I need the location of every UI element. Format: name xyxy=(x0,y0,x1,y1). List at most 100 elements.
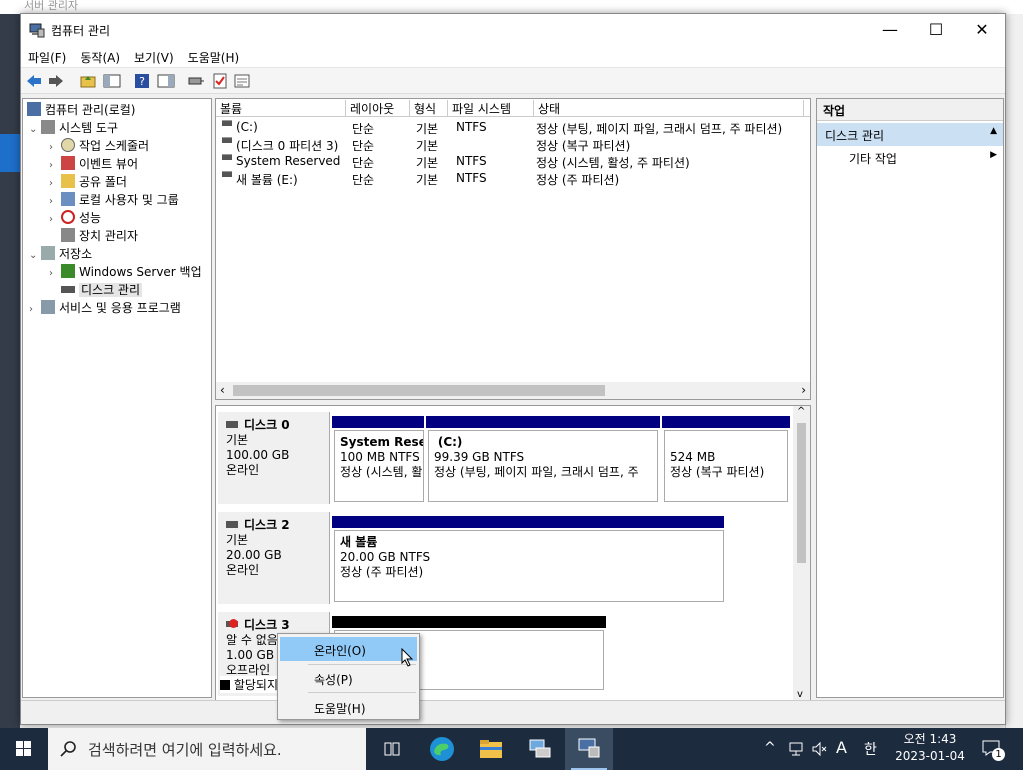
connect-icon[interactable] xyxy=(187,73,205,89)
table-row[interactable]: 새 볼륨 (E:) 단순 기본 NTFS 정상 (주 파티션) xyxy=(216,170,810,187)
partition-c[interactable]: (C:) 99.39 GB NTFS 정상 (부팅, 페이지 파일, 크래시 덤… xyxy=(428,430,658,502)
volume-icon xyxy=(222,137,232,143)
scroll-left-icon[interactable]: ‹ xyxy=(220,383,225,397)
scroll-up-icon[interactable]: ^ xyxy=(797,406,805,417)
menu-help[interactable]: 도움말(H) xyxy=(181,46,247,69)
column-volume[interactable]: 볼륨 xyxy=(216,100,346,116)
action-more-actions[interactable]: 기타 작업 ▶ xyxy=(817,146,1003,168)
actions-section-disk-management[interactable]: 디스크 관리 ▲ xyxy=(817,123,1003,146)
menu-bar: 파일(F) 동작(A) 보기(V) 도움말(H) xyxy=(21,46,1005,68)
taskbar-clock[interactable]: 오전 1:43 2023-01-04 xyxy=(893,731,967,765)
tree-item-system-tools[interactable]: ⌄ 시스템 도구 xyxy=(29,119,118,137)
column-status[interactable]: 상태 xyxy=(534,100,804,116)
table-row[interactable]: System Reserved 단순 기본 NTFS 정상 (시스템, 활성, … xyxy=(216,153,810,170)
disk-icon xyxy=(226,521,238,528)
tree-item-services-apps[interactable]: › 서비스 및 응용 프로그램 xyxy=(29,299,181,317)
menu-file[interactable]: 파일(F) xyxy=(21,46,73,69)
submenu-arrow-icon: ▶ xyxy=(990,150,997,160)
scroll-right-icon[interactable]: › xyxy=(801,383,806,397)
unallocated-bar xyxy=(332,616,606,628)
scrollbar-thumb[interactable] xyxy=(797,423,806,563)
chevron-right-icon[interactable]: › xyxy=(29,301,41,319)
table-row[interactable]: (C:) 단순 기본 NTFS 정상 (부팅, 페이지 파일, 크래시 덤프, … xyxy=(216,119,810,136)
tree-item-windows-backup[interactable]: › Windows Server 백업 xyxy=(49,263,202,281)
menu-item-online[interactable]: 온라인(O) xyxy=(280,637,417,661)
file-explorer-taskbar-button[interactable] xyxy=(467,728,515,770)
disk-offline-icon xyxy=(226,619,238,629)
tree-item-shared-folders[interactable]: › 공유 폴더 xyxy=(49,173,127,191)
properties-icon[interactable] xyxy=(233,73,251,89)
menu-item-properties[interactable]: 속성(P) xyxy=(280,666,417,690)
forward-arrow-icon[interactable] xyxy=(47,73,65,89)
tree-item-local-users[interactable]: › 로컬 사용자 및 그룹 xyxy=(49,191,179,209)
search-icon xyxy=(60,741,76,757)
tree-item-task-scheduler[interactable]: › 작업 스케줄러 xyxy=(49,137,149,155)
maximize-button[interactable]: ☐ xyxy=(913,14,959,46)
menu-view[interactable]: 보기(V) xyxy=(127,46,181,69)
chevron-down-icon[interactable]: ⌄ xyxy=(29,247,41,265)
tree-item-event-viewer[interactable]: › 이벤트 뷰어 xyxy=(49,155,138,173)
partition-system-reserved[interactable]: System Reser 100 MB NTFS 정상 (시스템, 활 xyxy=(334,430,424,502)
table-row[interactable]: (디스크 0 파티션 3) 단순 기본 정상 (복구 파티션) xyxy=(216,136,810,153)
tree-item-storage[interactable]: ⌄ 저장소 xyxy=(29,245,92,263)
actions-header: 작업 xyxy=(817,99,1003,121)
legend: 할당되지 xyxy=(220,676,282,693)
mouse-cursor-icon xyxy=(401,648,414,667)
tree-item-disk-management[interactable]: 디스크 관리 xyxy=(49,281,143,299)
users-icon xyxy=(61,192,75,206)
notification-center-button[interactable]: 1 xyxy=(980,738,1005,761)
help-icon[interactable]: ? xyxy=(133,73,151,89)
volume-icon xyxy=(222,154,232,160)
shared-folder-icon xyxy=(61,174,75,188)
taskbar: 검색하려면 여기에 입력하세요. ^ A 한 오전 1:43 2023-01-0… xyxy=(0,728,1023,770)
tree-item-performance[interactable]: › 성능 xyxy=(49,209,101,227)
checklist-icon[interactable] xyxy=(211,73,229,89)
close-button[interactable]: ✕ xyxy=(959,14,1005,46)
network-icon[interactable] xyxy=(788,741,806,757)
menu-action[interactable]: 동작(A) xyxy=(73,46,127,69)
computer-management-icon xyxy=(29,23,45,38)
up-folder-icon[interactable] xyxy=(79,73,97,89)
show-hidden-icons-chevron-icon[interactable]: ^ xyxy=(764,740,776,756)
server-manager-icon xyxy=(529,739,551,758)
computer-management-taskbar-button[interactable] xyxy=(565,728,613,770)
task-view-button[interactable] xyxy=(368,728,416,770)
server-manager-taskbar-button[interactable] xyxy=(516,728,564,770)
edge-browser-icon xyxy=(430,737,454,761)
partition-bar xyxy=(426,416,660,428)
volume-muted-icon[interactable] xyxy=(811,741,829,757)
partition-bar xyxy=(662,416,790,428)
tree-item-device-manager[interactable]: 장치 관리자 xyxy=(49,227,138,245)
partition-bar xyxy=(332,416,424,428)
ime-language-indicator[interactable]: 한 xyxy=(864,739,877,759)
scroll-down-icon[interactable]: v xyxy=(797,689,803,700)
edge-taskbar-button[interactable] xyxy=(418,728,466,770)
event-viewer-icon xyxy=(61,156,75,170)
back-arrow-icon[interactable] xyxy=(25,73,43,89)
partition-new-volume-e[interactable]: 새 볼륨 20.00 GB NTFS 정상 (주 파티션) xyxy=(334,530,724,602)
horizontal-scrollbar[interactable]: ‹ › xyxy=(216,382,810,399)
disk-0-label[interactable]: 디스크 0 기본 100.00 GB 온라인 xyxy=(218,412,330,504)
tree-item-root[interactable]: 컴퓨터 관리(로컬) xyxy=(27,101,135,119)
column-layout[interactable]: 레이아웃 xyxy=(346,100,410,116)
disk-2-label[interactable]: 디스크 2 기본 20.00 GB 온라인 xyxy=(218,512,330,604)
ime-mode-indicator[interactable]: A xyxy=(836,738,847,757)
show-hide-action-pane-icon[interactable] xyxy=(157,73,175,89)
collapse-icon[interactable]: ▲ xyxy=(990,126,997,136)
show-hide-console-tree-icon[interactable] xyxy=(103,73,121,89)
window-title: 컴퓨터 관리 xyxy=(51,24,111,38)
partition-recovery[interactable]: 524 MB 정상 (복구 파티션) xyxy=(664,430,788,502)
column-type[interactable]: 형식 xyxy=(410,100,448,116)
partition-bar xyxy=(332,516,724,528)
chevron-down-icon[interactable]: ⌄ xyxy=(29,121,41,139)
toolbar: ? xyxy=(21,68,1005,94)
storage-icon xyxy=(41,246,55,260)
windows-start-icon[interactable] xyxy=(0,728,48,770)
menu-item-help[interactable]: 도움말(H) xyxy=(280,695,417,719)
taskbar-search-box[interactable]: 검색하려면 여기에 입력하세요. xyxy=(48,728,366,770)
actions-pane: 작업 디스크 관리 ▲ 기타 작업 ▶ xyxy=(816,98,1004,698)
vertical-scrollbar[interactable]: ^ v xyxy=(793,406,810,700)
column-file-system[interactable]: 파일 시스템 xyxy=(448,100,534,116)
minimize-button[interactable]: — xyxy=(867,14,913,46)
scrollbar-thumb[interactable] xyxy=(233,385,605,396)
